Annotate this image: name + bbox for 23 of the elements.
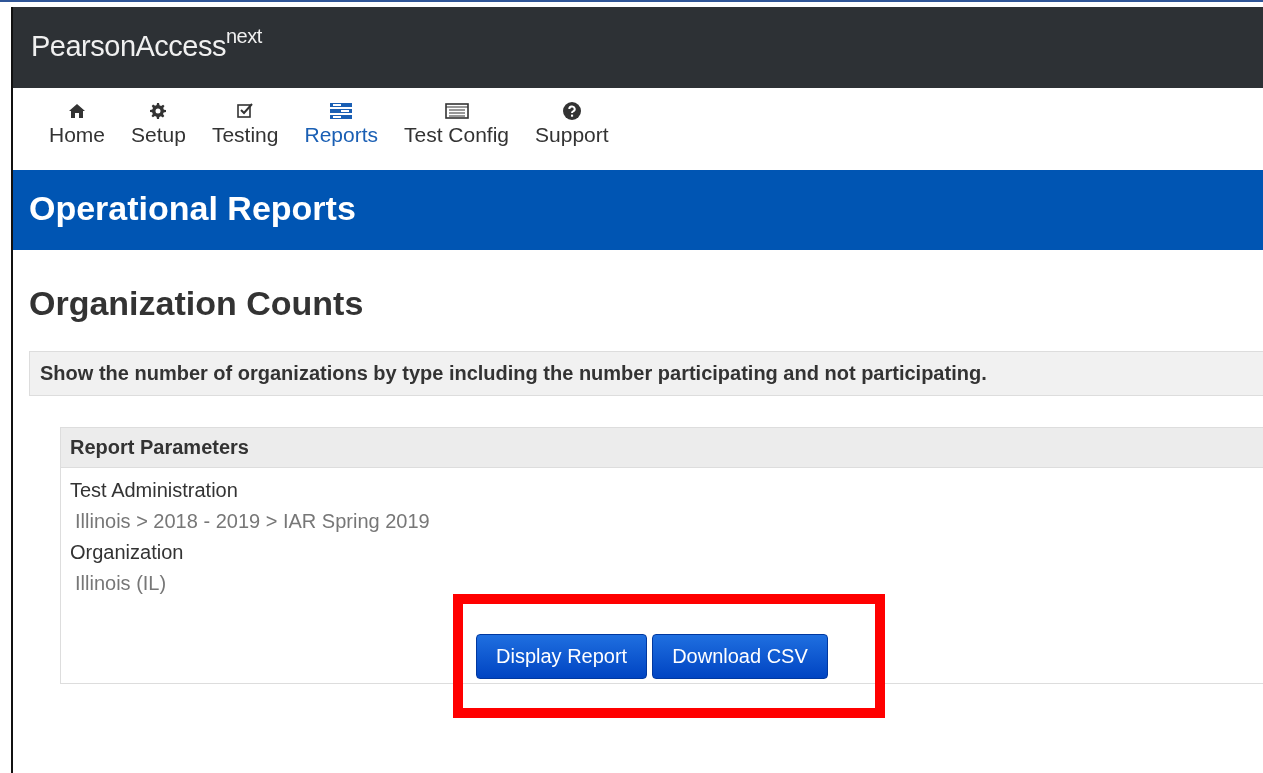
- settings-icon: [150, 103, 167, 119]
- field-label: Organization: [70, 540, 185, 565]
- page-banner-title: Operational Reports: [29, 188, 356, 228]
- nav-tab[interactable]: Reports: [291, 100, 391, 147]
- list-icon: [444, 103, 469, 119]
- panel-heading: Report Parameters: [61, 428, 1263, 468]
- action-button[interactable]: Display Report: [476, 634, 648, 679]
- nav-tab[interactable]: Testing: [198, 100, 292, 147]
- checkbox-icon: [236, 103, 254, 119]
- action-button[interactable]: Download CSV: [652, 634, 828, 679]
- help-icon: [562, 102, 581, 120]
- nav-tab[interactable]: Support: [522, 100, 622, 147]
- home-icon: [68, 103, 86, 119]
- page-title: Organization Counts: [29, 284, 365, 323]
- nav-tab[interactable]: Home: [36, 100, 119, 147]
- field-value: Illinois (IL): [74, 571, 168, 596]
- description-bar: Show the number of organizations by type including the number participating and not participating.: [29, 351, 1263, 396]
- nav-tab[interactable]: Test Config: [391, 100, 523, 147]
- report-icon: [330, 103, 353, 119]
- brand-logo[interactable]: PearsonAccess$^{next}$: [31, 26, 262, 63]
- field-label: Test Administration: [70, 478, 239, 503]
- field-value: Illinois > 2018 - 2019 > IAR Spring 2019: [74, 509, 431, 534]
- nav-tab[interactable]: Setup: [118, 100, 199, 147]
